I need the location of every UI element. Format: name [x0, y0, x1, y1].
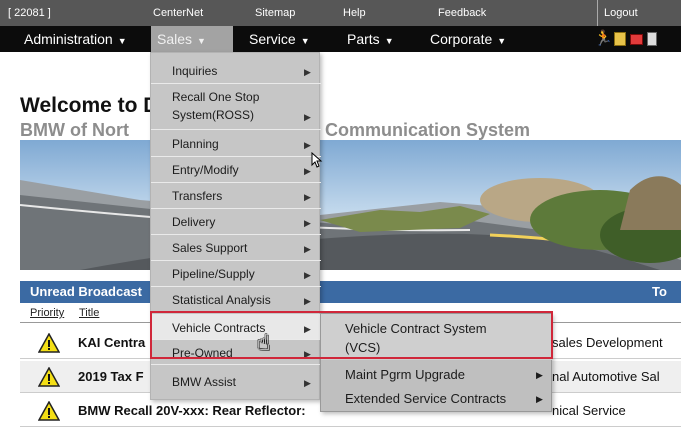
nav-corporate-label: Corporate	[430, 31, 493, 47]
menu-item-pipeline-supply[interactable]: Pipeline/Supply ▶	[151, 261, 321, 287]
chevron-right-icon: ▶	[304, 218, 311, 228]
title-column-header[interactable]: Title	[79, 307, 99, 319]
nav-corporate[interactable]: Corporate ▼	[424, 26, 512, 52]
broadcast-title[interactable]: 2019 Tax F	[78, 369, 144, 384]
chevron-right-icon: ▶	[536, 370, 543, 380]
chevron-down-icon: ▼	[197, 36, 206, 46]
menu-item-planning[interactable]: Planning ▶	[151, 131, 321, 157]
chevron-right-icon: ▶	[304, 112, 311, 122]
menu-item-ross[interactable]: Recall One Stop System(ROSS) ▶	[151, 84, 321, 130]
nav-parts[interactable]: Parts ▼	[341, 26, 400, 52]
menu-item-label: Delivery	[172, 215, 216, 229]
main-navigation: Administration ▼ Sales ▼ Service ▼ Parts ▼ C…	[0, 26, 681, 52]
menu-item-entry-modify[interactable]: Entry/Modify ▶	[151, 157, 321, 183]
broadcast-title[interactable]: BMW Recall 20V-xxx: Rear Reflector:	[78, 403, 306, 418]
hand-cursor-icon: ☝	[257, 330, 271, 355]
menu-item-inquiries[interactable]: Inquiries ▶	[151, 58, 321, 84]
broadcast-department: sales Development	[552, 335, 663, 350]
priority-column-header[interactable]: Priority	[30, 307, 64, 319]
nav-service-label: Service	[249, 31, 296, 47]
highlight-annotation-box	[150, 311, 553, 359]
nav-administration-label: Administration	[24, 31, 113, 47]
nav-sales-label: Sales	[157, 31, 193, 47]
chevron-down-icon: ▼	[300, 36, 310, 46]
chevron-down-icon: ▼	[117, 36, 127, 46]
broadcast-header: Unread Broadcast To	[20, 281, 681, 303]
warning-icon	[38, 333, 60, 353]
menu-item-label: Entry/Modify	[172, 163, 239, 177]
menu-item-label: Recall One Stop	[172, 90, 260, 104]
chevron-right-icon: ▶	[304, 166, 311, 176]
submenu-item-extended-service-contracts[interactable]: Extended Service Contracts ▶	[321, 386, 553, 410]
nav-sales[interactable]: Sales ▼	[151, 26, 233, 52]
broadcast-department: nal Automotive Sal	[552, 369, 660, 384]
logout-link[interactable]: Logout	[597, 0, 638, 26]
chevron-right-icon: ▶	[304, 244, 311, 254]
menu-item-label: Planning	[172, 137, 219, 151]
chevron-down-icon: ▼	[384, 36, 394, 46]
top-utility-bar: [ 22081 ] CenterNet Sitemap Help Feedbac…	[0, 0, 681, 26]
nav-icon-group: 🏃	[594, 30, 657, 48]
nav-service[interactable]: Service ▼	[243, 26, 316, 52]
menu-item-bmw-assist[interactable]: BMW Assist ▶	[151, 369, 321, 395]
menu-item-label: Transfers	[172, 189, 223, 203]
warning-icon	[38, 401, 60, 421]
broadcast-header-title: Unread Broadcast	[30, 284, 142, 299]
chevron-right-icon: ▶	[304, 270, 311, 280]
note-icon[interactable]	[614, 32, 626, 46]
arrow-cursor-icon	[311, 152, 323, 168]
nav-administration[interactable]: Administration ▼	[18, 26, 133, 52]
menu-item-label: Pipeline/Supply	[172, 267, 255, 281]
broadcast-department: nical Service	[552, 403, 626, 418]
sitemap-link[interactable]: Sitemap	[255, 7, 295, 19]
submenu-item-label: Maint Pgrm Upgrade	[345, 367, 465, 382]
chevron-right-icon: ▶	[536, 394, 543, 404]
nav-parts-label: Parts	[347, 31, 380, 47]
chevron-right-icon: ▶	[304, 192, 311, 202]
document-icon[interactable]	[647, 32, 657, 46]
menu-item-sales-support[interactable]: Sales Support ▶	[151, 235, 321, 261]
submenu-item-label: Extended Service Contracts	[345, 391, 507, 406]
mail-icon[interactable]	[630, 33, 643, 45]
welcome-heading: Welcome to D	[20, 94, 159, 117]
hero-road-image	[20, 140, 681, 270]
menu-item-transfers[interactable]: Transfers ▶	[151, 183, 321, 209]
chevron-right-icon: ▶	[304, 67, 311, 77]
menu-item-label: Sales Support	[172, 241, 248, 255]
welcome-subheading-left: BMW of Nort	[20, 120, 129, 140]
road-illustration	[20, 176, 681, 270]
chevron-right-icon: ▶	[304, 140, 311, 150]
centernet-link[interactable]: CenterNet	[153, 7, 203, 19]
warning-icon	[38, 367, 60, 387]
chevron-down-icon: ▼	[497, 36, 507, 46]
welcome-subheading: BMW of Nort Communication System	[20, 120, 530, 141]
menu-item-label: Statistical Analysis	[172, 293, 271, 307]
chevron-right-icon: ▶	[304, 296, 311, 306]
menu-item-delivery[interactable]: Delivery ▶	[151, 209, 321, 235]
broadcast-title[interactable]: KAI Centra	[78, 335, 145, 350]
chevron-right-icon: ▶	[304, 378, 311, 388]
broadcast-header-right: To	[652, 284, 667, 299]
welcome-subheading-right: Communication System	[325, 120, 531, 140]
menu-item-label: Inquiries	[172, 64, 218, 78]
menu-item-label-line2: System(ROSS)	[172, 108, 255, 122]
menu-item-statistical-analysis[interactable]: Statistical Analysis ▶	[151, 287, 321, 313]
submenu-item-maint-pgrm-upgrade[interactable]: Maint Pgrm Upgrade ▶	[321, 362, 553, 386]
dealer-code: [ 22081 ]	[8, 7, 51, 19]
menu-item-label: BMW Assist	[172, 375, 237, 389]
help-link[interactable]: Help	[343, 7, 366, 19]
runner-icon[interactable]: 🏃	[594, 31, 613, 47]
feedback-link[interactable]: Feedback	[438, 7, 486, 19]
